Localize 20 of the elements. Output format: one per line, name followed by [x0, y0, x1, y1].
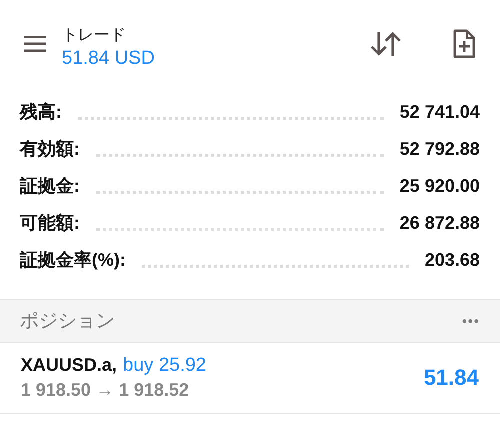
more-button[interactable]: •••: [462, 313, 480, 329]
summary-label: 有効額:: [20, 138, 80, 161]
balance-text: 51.84 USD: [62, 48, 156, 70]
position-symbol: XAUUSD.a,: [21, 355, 118, 376]
screen-title: トレード: [62, 26, 127, 46]
summary-value: 52 741.04: [400, 102, 480, 123]
position-order: buy 25.92: [123, 355, 206, 377]
position-profit: 51.84: [424, 365, 479, 391]
menu-icon[interactable]: [24, 36, 46, 52]
summary-label: 証拠金率(%):: [20, 249, 126, 272]
summary-label: 証拠金:: [20, 175, 80, 198]
summary-label: 可能額:: [20, 212, 80, 235]
summary-label: 残高:: [20, 101, 62, 124]
position-row[interactable]: XAUUSD.a, buy 25.92 1 918.50 → 1 918.52 51.84: [0, 343, 500, 414]
summary-value: 203.68: [424, 250, 480, 271]
section-title: ポジション: [20, 310, 115, 334]
summary-value: 25 920.00: [400, 176, 480, 197]
summary-value: 52 792.88: [400, 139, 480, 160]
summary-value: 26 872.88: [400, 213, 480, 234]
position-prices: 1 918.50 → 1 918.52: [21, 380, 190, 401]
